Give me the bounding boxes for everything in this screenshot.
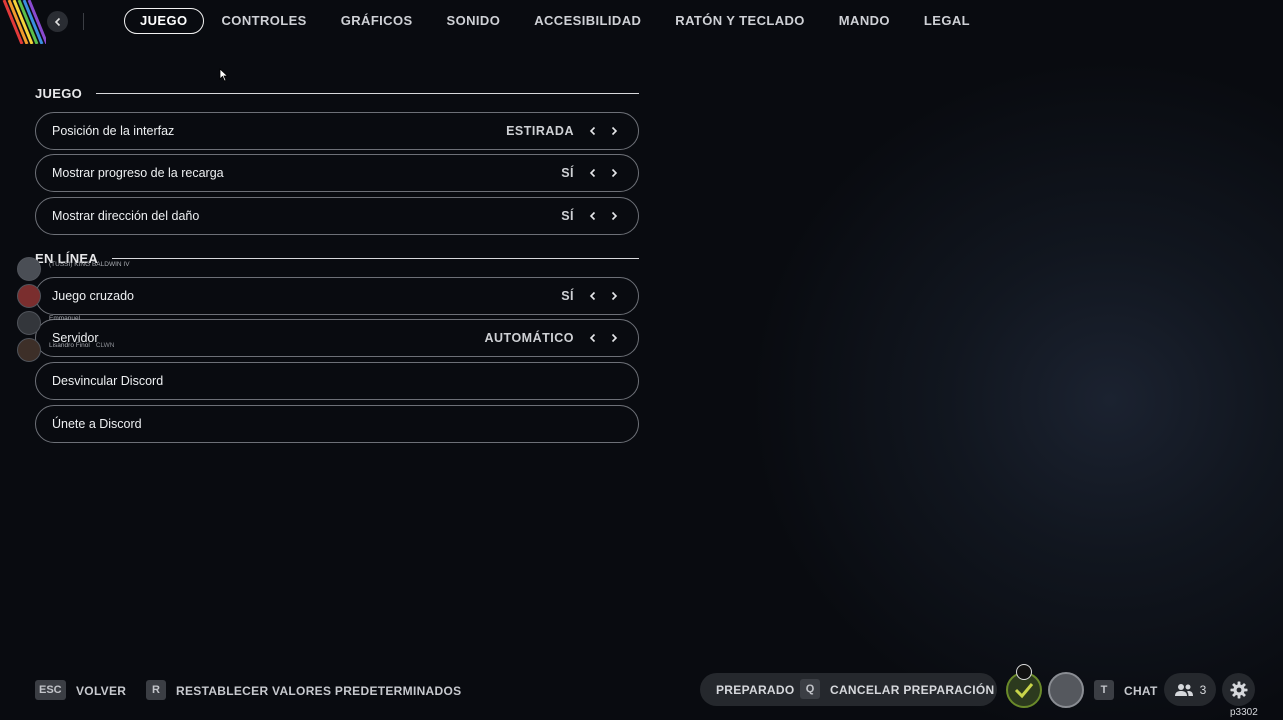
avatar xyxy=(17,338,41,362)
tab-juego[interactable]: JUEGO xyxy=(124,8,204,34)
tab-raton-y-teclado[interactable]: RATÓN Y TECLADO xyxy=(675,8,805,34)
tab-graficos[interactable]: GRÁFICOS xyxy=(341,8,413,34)
chevron-right-icon[interactable] xyxy=(606,208,622,224)
setting-label: Únete a Discord xyxy=(52,417,142,431)
chevron-left-icon[interactable] xyxy=(585,165,601,181)
nav-divider xyxy=(83,13,84,30)
setting-value: SÍ xyxy=(561,166,574,180)
setting-value: ESTIRADA xyxy=(506,124,574,138)
friend-entry[interactable]: (TUSSI) KING BALDWIN IV xyxy=(17,257,130,281)
chevron-left-icon[interactable] xyxy=(585,330,601,346)
setting-value: AUTOMÁTICO xyxy=(484,331,574,345)
setting-value: SÍ xyxy=(561,289,574,303)
avatar xyxy=(17,257,41,281)
setting-ui-position[interactable]: Posición de la interfaz ESTIRADA xyxy=(35,112,639,150)
chevron-right-icon[interactable] xyxy=(606,123,622,139)
game-logo xyxy=(0,0,46,44)
setting-label: Posición de la interfaz xyxy=(52,124,175,138)
section-header-juego: JUEGO xyxy=(35,86,639,101)
friend-name: Lisandro Finol xyxy=(49,341,90,349)
setting-crossplay[interactable]: Juego cruzado SÍ xyxy=(35,277,639,315)
friend-entry[interactable] xyxy=(17,284,49,308)
setting-value: SÍ xyxy=(561,209,574,223)
skull-badge-icon xyxy=(1016,664,1032,680)
chat-label[interactable]: CHAT xyxy=(1124,684,1158,698)
chevron-left-icon[interactable] xyxy=(585,208,601,224)
join-discord-button[interactable]: Únete a Discord xyxy=(35,405,639,443)
friend-entry[interactable]: Lisandro Finol CLWN xyxy=(17,338,114,362)
bottom-bar: ESC VOLVER R RESTABLECER VALORES PREDETE… xyxy=(0,679,1283,703)
chevron-left-icon[interactable] xyxy=(585,288,601,304)
party-button[interactable]: 3 xyxy=(1164,673,1216,706)
section-divider xyxy=(96,92,639,95)
chevron-left-icon[interactable] xyxy=(585,123,601,139)
chevron-right-icon[interactable] xyxy=(606,165,622,181)
avatar xyxy=(17,284,41,308)
users-icon xyxy=(1174,683,1193,696)
party-count: 3 xyxy=(1199,682,1207,697)
unlink-discord-button[interactable]: Desvincular Discord xyxy=(35,362,639,400)
version-label: p3302 xyxy=(1230,707,1258,718)
chat-key-hint[interactable]: T xyxy=(1094,680,1114,700)
setting-server[interactable]: Servidor AUTOMÁTICO xyxy=(35,319,639,357)
cancel-ready-label[interactable]: CANCELAR PREPARACIÓN xyxy=(830,683,994,697)
chevron-right-icon[interactable] xyxy=(606,288,622,304)
setting-label: Juego cruzado xyxy=(52,289,135,303)
player-avatar-teammate[interactable] xyxy=(1048,672,1084,708)
back-arrow-icon xyxy=(54,17,60,26)
friend-tag: CLWN xyxy=(95,341,115,349)
cancel-key-hint: Q xyxy=(800,679,820,699)
friend-name: (TUSSI) KING BALDWIN IV xyxy=(49,260,130,268)
setting-label: Mostrar dirección del daño xyxy=(52,209,200,223)
tab-legal[interactable]: LEGAL xyxy=(924,8,970,34)
ready-pill[interactable]: PREPARADO Q CANCELAR PREPARACIÓN xyxy=(700,673,997,706)
reset-key-hint[interactable]: R xyxy=(146,680,166,700)
esc-key-hint[interactable]: ESC xyxy=(35,680,66,700)
tab-mando[interactable]: MANDO xyxy=(839,8,890,34)
gear-icon xyxy=(1230,681,1247,698)
ready-label[interactable]: PREPARADO xyxy=(716,683,795,697)
mouse-cursor-icon xyxy=(219,68,229,82)
friend-name: Emmanuel xyxy=(49,314,81,322)
back-button[interactable] xyxy=(47,11,68,32)
avatar xyxy=(17,311,41,335)
chevron-right-icon[interactable] xyxy=(606,330,622,346)
settings-tabs: JUEGO CONTROLES GRÁFICOS SONIDO ACCESIBI… xyxy=(124,8,1004,34)
setting-label: Mostrar progreso de la recarga xyxy=(52,166,224,180)
section-divider xyxy=(112,257,639,260)
section-title: JUEGO xyxy=(35,86,83,101)
setting-reload-progress[interactable]: Mostrar progreso de la recarga SÍ xyxy=(35,154,639,192)
tab-accesibilidad[interactable]: ACCESIBILIDAD xyxy=(534,8,641,34)
back-label[interactable]: VOLVER xyxy=(76,684,126,698)
setting-label: Desvincular Discord xyxy=(52,374,164,388)
settings-button[interactable] xyxy=(1222,673,1255,706)
setting-label: Servidor xyxy=(52,331,99,345)
tab-sonido[interactable]: SONIDO xyxy=(447,8,501,34)
reset-defaults-label[interactable]: RESTABLECER VALORES PREDETERMINADOS xyxy=(176,684,461,698)
tab-controles[interactable]: CONTROLES xyxy=(222,8,307,34)
setting-damage-direction[interactable]: Mostrar dirección del daño SÍ xyxy=(35,197,639,235)
friend-entry[interactable]: Emmanuel xyxy=(17,311,80,335)
